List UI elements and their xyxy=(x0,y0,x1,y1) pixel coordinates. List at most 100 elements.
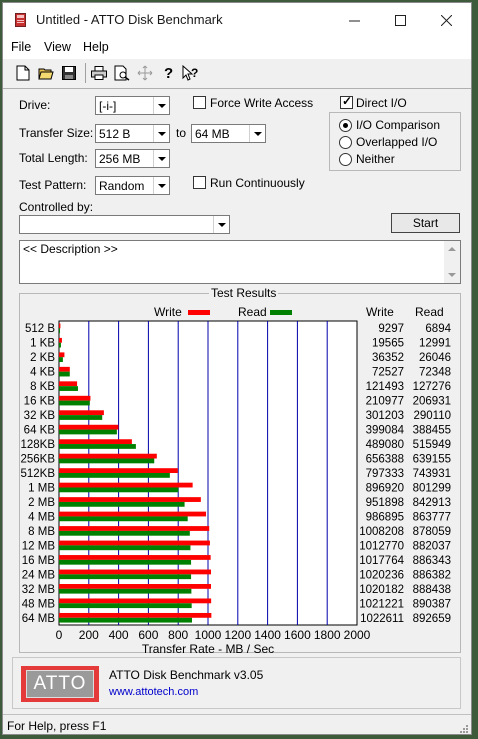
transfer-size-from-value: 512 B xyxy=(99,127,131,141)
read-bar xyxy=(59,588,192,594)
chevron-down-icon xyxy=(153,150,169,167)
read-value: 639155 xyxy=(413,454,451,466)
minimize-button[interactable] xyxy=(331,3,377,37)
read-bar xyxy=(59,545,191,551)
context-help-button[interactable]: ? xyxy=(180,62,202,84)
y-category-label: 16 KB xyxy=(24,396,56,408)
write-value: 1021221 xyxy=(359,598,404,610)
read-value: 127276 xyxy=(413,381,451,393)
test-pattern-select[interactable]: Random xyxy=(95,176,170,195)
direct-io-label: Direct I/O xyxy=(356,96,407,110)
print-button[interactable] xyxy=(88,62,110,84)
y-category-label: 12 MB xyxy=(22,540,56,552)
write-value: 1008208 xyxy=(359,526,404,538)
write-bar xyxy=(59,453,157,459)
read-bar xyxy=(59,429,117,435)
open-folder-icon xyxy=(38,68,54,80)
write-bar xyxy=(59,497,201,502)
context-help-icon: ? xyxy=(182,65,198,81)
read-value: 801299 xyxy=(413,482,451,494)
transfer-size-from-select[interactable]: 512 B xyxy=(95,124,170,143)
write-bar xyxy=(59,555,211,560)
y-category-label: 1 KB xyxy=(30,338,55,350)
print-preview-button[interactable] xyxy=(111,62,133,84)
controlled-by-select[interactable] xyxy=(19,215,230,234)
read-bar xyxy=(59,501,185,507)
x-tick-label: 600 xyxy=(138,628,158,642)
website-link[interactable]: www.attotech.com xyxy=(109,686,198,698)
y-category-label: 2 MB xyxy=(28,497,55,509)
read-bar xyxy=(59,371,70,377)
write-value: 986895 xyxy=(366,511,404,523)
drive-select[interactable]: [-i-] xyxy=(95,96,170,115)
drive-value: [-i-] xyxy=(99,99,117,113)
new-button[interactable] xyxy=(12,62,34,84)
y-category-label: 32 KB xyxy=(24,410,56,422)
svg-text:?: ? xyxy=(164,65,173,81)
write-value: 797333 xyxy=(366,468,404,480)
write-value: 72527 xyxy=(372,367,404,379)
save-icon xyxy=(62,66,76,80)
resize-grip-icon[interactable] xyxy=(457,722,469,734)
write-bar xyxy=(59,584,212,589)
transfer-size-to-select[interactable]: 64 MB xyxy=(191,124,266,143)
controlled-by-label: Controlled by: xyxy=(19,200,94,214)
chevron-down-icon xyxy=(153,97,169,114)
write-bar xyxy=(59,612,212,618)
start-button[interactable]: Start xyxy=(391,213,460,233)
total-length-select[interactable]: 256 MB xyxy=(95,149,170,168)
read-value: 886382 xyxy=(413,569,451,581)
write-value: 210977 xyxy=(366,396,404,408)
chevron-down-icon xyxy=(153,177,169,194)
read-bar xyxy=(59,357,63,362)
read-value: 515949 xyxy=(413,439,451,451)
read-value: 892659 xyxy=(413,613,451,625)
maximize-button[interactable] xyxy=(377,3,423,37)
read-bar xyxy=(59,574,192,580)
menu-help[interactable]: Help xyxy=(83,40,109,54)
write-value: 489080 xyxy=(366,439,404,451)
title-bar[interactable]: Untitled - ATTO Disk Benchmark xyxy=(3,3,471,37)
write-value: 1017764 xyxy=(359,555,404,567)
write-value: 1012770 xyxy=(359,540,404,552)
read-bar xyxy=(59,415,103,420)
menu-file[interactable]: File xyxy=(11,40,31,54)
y-category-label: 24 MB xyxy=(22,569,56,581)
app-window: Untitled - ATTO Disk Benchmark File View… xyxy=(2,2,472,735)
write-value: 1020236 xyxy=(359,569,404,581)
save-button[interactable] xyxy=(58,62,80,84)
run-continuously-checkbox[interactable] xyxy=(193,176,206,189)
read-bar xyxy=(59,386,78,391)
force-write-access-checkbox[interactable] xyxy=(193,96,206,109)
minimize-icon xyxy=(348,20,360,21)
open-button[interactable] xyxy=(35,62,57,84)
y-category-label: 8 KB xyxy=(30,381,55,393)
close-button[interactable] xyxy=(423,3,469,37)
write-bar xyxy=(59,468,178,473)
read-bar xyxy=(59,400,90,406)
scroll-down-icon xyxy=(448,273,456,277)
overlapped-io-radio[interactable] xyxy=(339,136,352,149)
y-category-label: 48 MB xyxy=(22,598,56,610)
transfer-rate-chart: 0 200 400 600 800 1000 1200 1400 1600 1800 2000 Tra… xyxy=(20,320,452,653)
write-bar xyxy=(59,323,61,329)
read-value: 206931 xyxy=(413,396,451,408)
x-tick-label: 200 xyxy=(79,628,99,642)
help-button[interactable]: ? xyxy=(157,62,179,84)
x-tick-label: 2000 xyxy=(344,628,371,642)
description-textarea[interactable]: << Description >> xyxy=(19,240,461,284)
x-tick-label: 1600 xyxy=(284,628,311,642)
y-category-label: 64 KB xyxy=(24,425,56,437)
write-value: 656388 xyxy=(366,454,404,466)
menu-view[interactable]: View xyxy=(44,40,71,54)
io-comparison-radio[interactable] xyxy=(339,119,352,132)
transfer-size-label: Transfer Size: xyxy=(19,126,94,140)
move-button[interactable] xyxy=(134,62,156,84)
new-file-icon xyxy=(16,65,30,81)
read-value: 888438 xyxy=(413,584,451,596)
neither-radio[interactable] xyxy=(339,153,352,166)
read-bar xyxy=(59,473,170,478)
direct-io-checkbox[interactable] xyxy=(340,94,353,109)
scroll-up-icon xyxy=(448,247,456,251)
description-scrollbar[interactable] xyxy=(444,241,460,283)
